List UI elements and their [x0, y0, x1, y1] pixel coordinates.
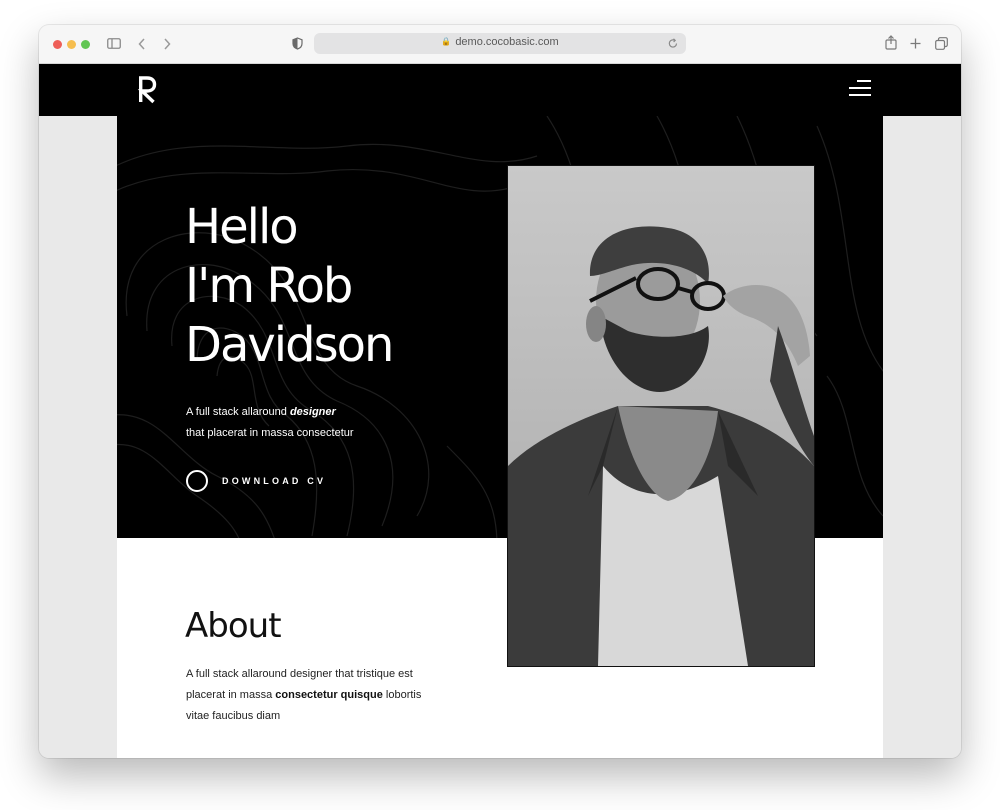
sidebar-icon[interactable] [107, 38, 121, 49]
reload-icon[interactable] [668, 38, 678, 49]
hamburger-menu-icon[interactable] [847, 80, 871, 98]
site-header [39, 64, 961, 116]
hero-subtitle: A full stack allaround designer that pla… [186, 402, 446, 444]
chevron-right-icon[interactable] [163, 38, 171, 50]
address-bar-text[interactable]: 🔒 demo.cocobasic.com [314, 36, 686, 48]
download-cv-button[interactable]: DOWNLOAD CV [186, 470, 326, 492]
tabs-overview-icon[interactable] [935, 37, 948, 50]
chevron-left-icon[interactable] [138, 38, 146, 50]
about-paragraph: A full stack allaround designer that tri… [186, 664, 446, 727]
plus-icon[interactable] [910, 38, 921, 49]
minimize-window-button[interactable] [67, 40, 76, 49]
browser-toolbar: 🔒 demo.cocobasic.com [39, 25, 961, 64]
logo-r-mark [137, 76, 157, 104]
download-cv-label: DOWNLOAD CV [222, 476, 327, 486]
close-window-button[interactable] [53, 40, 62, 49]
hero-subtitle-highlight: designer [289, 406, 336, 418]
zoom-window-button[interactable] [81, 40, 90, 49]
hero-subtitle-line-2: that placerat in massa consectetur [186, 427, 354, 439]
portrait-illustration [508, 166, 814, 666]
hero-heading-line-1: Hello [185, 199, 299, 255]
lock-icon: 🔒 [441, 37, 452, 46]
shield-icon[interactable] [292, 37, 303, 50]
hero-heading: Hello I'm Rob Davidson [185, 198, 485, 375]
url-label: demo.cocobasic.com [455, 36, 559, 48]
hero-heading-line-2: I'm Rob [185, 258, 353, 314]
portrait-photo [507, 165, 815, 667]
hero-heading-line-3: Davidson [185, 317, 394, 373]
circle-icon [186, 470, 208, 492]
browser-window: 🔒 demo.cocobasic.com Hello I'm Rob David… [39, 25, 961, 758]
web-page: Hello I'm Rob Davidson A full stack alla… [39, 64, 961, 758]
site-logo[interactable] [137, 76, 157, 109]
hero-subtitle-prefix: A full stack allaround [186, 406, 290, 418]
share-icon[interactable] [885, 35, 897, 50]
address-bar[interactable]: 🔒 demo.cocobasic.com [314, 33, 686, 54]
about-heading: About [185, 606, 282, 646]
about-text-bold: consectetur quisque [275, 689, 383, 701]
